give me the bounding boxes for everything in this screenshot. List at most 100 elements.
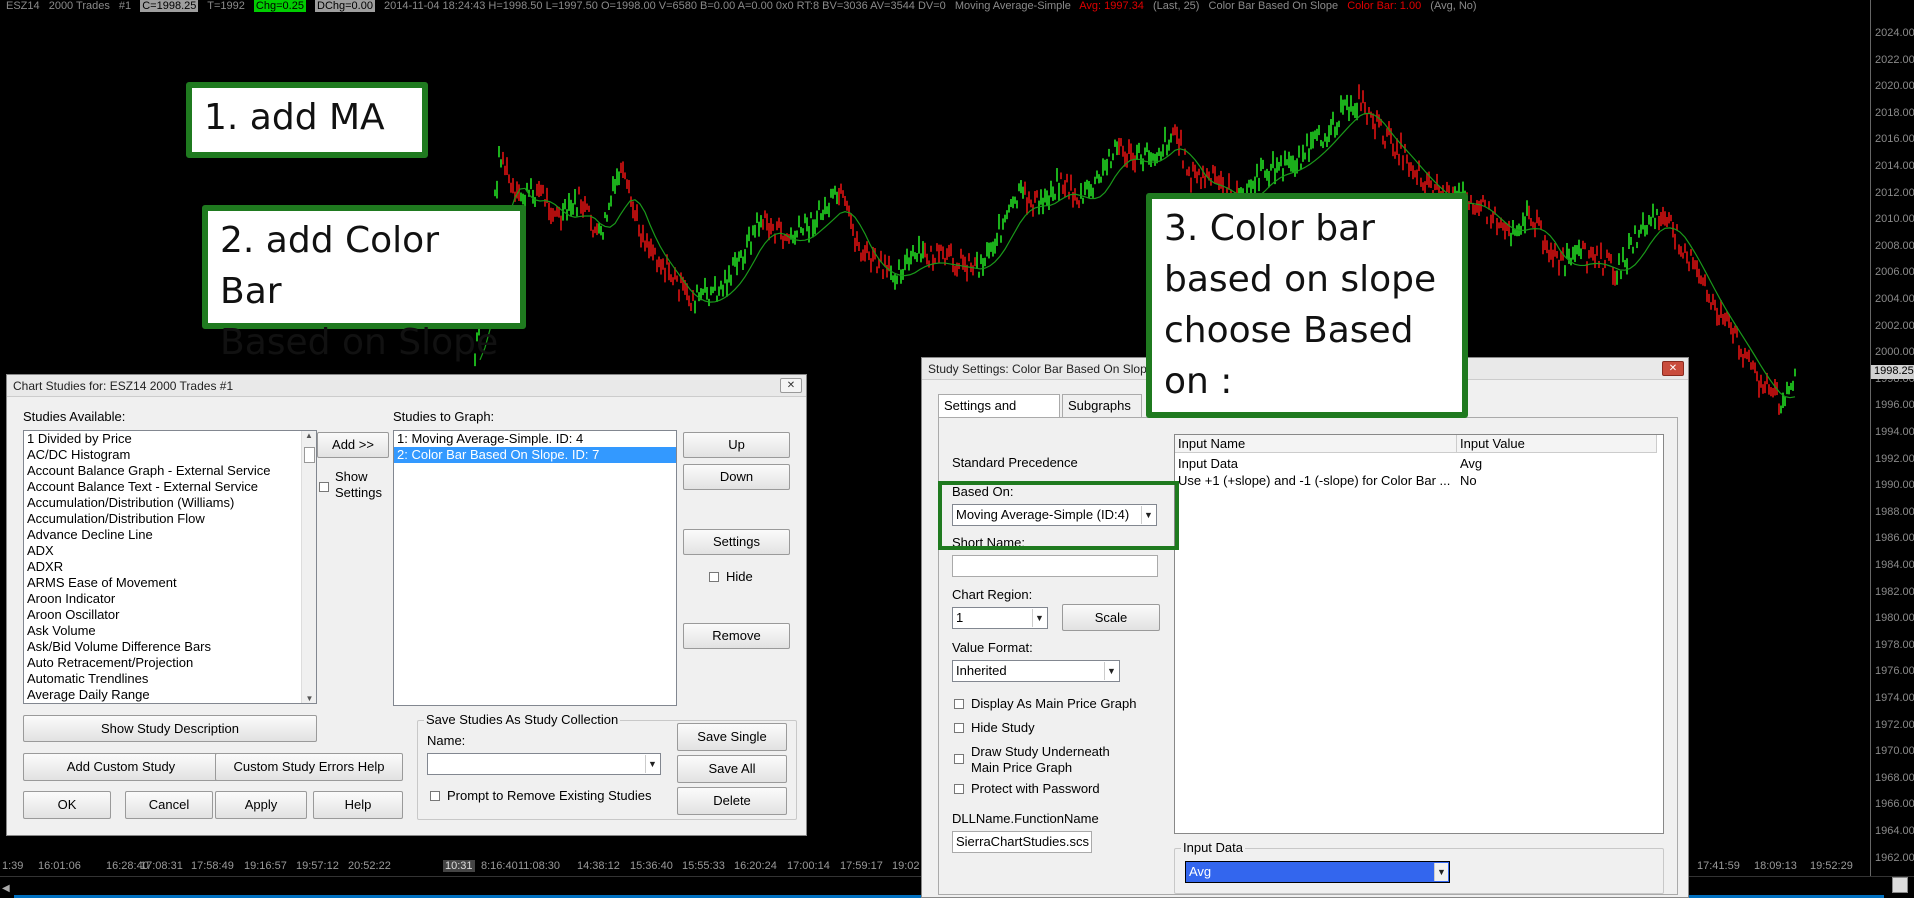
available-study-item[interactable]: Average Daily Range [24, 687, 316, 703]
input-name-cell[interactable]: Use +1 (+slope) and -1 (-slope) for Colo… [1175, 472, 1457, 489]
value-format-select[interactable]: Inherited ▼ [952, 660, 1120, 682]
available-study-item[interactable]: ARMS Ease of Movement [24, 575, 316, 591]
price-axis-label: 1962.00 [1875, 851, 1914, 864]
available-study-item[interactable]: Ask/Bid Volume Difference Bars [24, 639, 316, 655]
available-study-item[interactable]: ADXR [24, 559, 316, 575]
hide-checkbox[interactable] [709, 572, 719, 582]
tab-settings-and-inputs[interactable]: Settings and Inputs [938, 394, 1060, 435]
dll-function-input[interactable]: SierraChartStudies.scs [952, 831, 1092, 853]
help-button[interactable]: Help [313, 791, 403, 819]
close-icon[interactable]: ✕ [780, 378, 802, 393]
ok-button[interactable]: OK [23, 791, 111, 819]
draw-underneath-checkbox[interactable] [954, 754, 964, 764]
save-all-button[interactable]: Save All [677, 755, 787, 783]
scroll-up-icon[interactable]: ▲ [302, 431, 316, 440]
apply-button[interactable]: Apply [215, 791, 307, 819]
studies-to-graph-list[interactable]: 1: Moving Average-Simple. ID: 4 2: Color … [393, 430, 677, 706]
add-study-button[interactable]: Add >> [317, 432, 389, 458]
dll-function-label: DLLName.FunctionName [952, 811, 1099, 826]
studies-to-graph-label: Studies to Graph: [393, 409, 495, 424]
scroll-left-icon[interactable]: ◀ [2, 883, 10, 894]
available-study-item[interactable]: Accumulation/Distribution (Williams) [24, 495, 316, 511]
chart-region-value: 1 [956, 610, 964, 625]
collection-name-combo[interactable]: ▼ [427, 753, 661, 775]
protect-password-checkbox[interactable] [954, 784, 964, 794]
price-axis-label: 1966.00 [1875, 798, 1914, 811]
time-axis-label: 19:16:57 [244, 860, 287, 872]
input-value-cell[interactable]: Avg [1457, 455, 1657, 472]
chart-region-select[interactable]: 1 ▼ [952, 607, 1048, 629]
available-study-item[interactable]: ADX [24, 543, 316, 559]
chevron-down-icon[interactable]: ▼ [1434, 863, 1448, 881]
chart-studies-title: Chart Studies for: ESZ14 2000 Trades #1 [13, 379, 234, 393]
scroll-thumb[interactable] [1892, 877, 1908, 893]
current-price-tag: 1998.25 [1871, 365, 1914, 379]
save-single-button[interactable]: Save Single [677, 723, 787, 751]
price-axis-label: 2006.00 [1875, 266, 1914, 279]
available-study-item[interactable]: Account Balance Graph - External Service [24, 463, 316, 479]
show-settings-checkbox[interactable] [319, 482, 329, 492]
input-value-cell[interactable]: No [1457, 472, 1657, 489]
tab-subgraphs[interactable]: Subgraphs [1062, 394, 1142, 417]
up-button[interactable]: Up [683, 432, 790, 458]
callout-step-3: 3. Color bar based on slope choose Based… [1146, 193, 1468, 418]
draw-underneath-label-1: Draw Study Underneath [971, 744, 1110, 759]
available-study-item[interactable]: Accumulation/Distribution Flow [24, 511, 316, 527]
chevron-down-icon[interactable]: ▼ [1104, 662, 1118, 680]
price-axis-label: 1974.00 [1875, 692, 1914, 704]
short-name-input[interactable] [952, 555, 1158, 577]
input-data-select[interactable]: Avg ▼ [1185, 861, 1450, 883]
input-value-header[interactable]: Input Value [1457, 435, 1657, 453]
remove-button[interactable]: Remove [683, 623, 790, 649]
price-axis-label: 2022.00 [1875, 53, 1914, 66]
based-on-highlight [938, 481, 1179, 550]
time-axis-label: 16:20:24 [734, 860, 777, 872]
delete-button[interactable]: Delete [677, 787, 787, 815]
available-study-item[interactable]: Aroon Oscillator [24, 607, 316, 623]
settings-button[interactable]: Settings [683, 529, 790, 555]
graph-study-item[interactable]: 2: Color Bar Based On Slope. ID: 7 [394, 447, 676, 463]
show-study-description-button[interactable]: Show Study Description [23, 715, 317, 742]
price-axis-label: 1994.00 [1875, 426, 1914, 438]
price-axis[interactable]: 2024.00 2022.00 2020.00 2018.00 2016.00 2014.… [1870, 0, 1914, 898]
input-name-cell[interactable]: Input Data [1175, 455, 1457, 472]
callout-step-1: 1. add MA [186, 82, 428, 158]
scale-button[interactable]: Scale [1062, 604, 1160, 631]
chevron-down-icon[interactable]: ▼ [645, 755, 659, 773]
available-study-item[interactable]: Ask Volume [24, 623, 316, 639]
time-axis-label: 19:57:12 [296, 860, 339, 872]
scroll-thumb[interactable] [304, 447, 315, 463]
graph-study-item[interactable]: 1: Moving Average-Simple. ID: 4 [394, 431, 676, 447]
studies-available-list[interactable]: 1 Divided by Price AC/DC Histogram Account… [23, 430, 317, 704]
input-name-header[interactable]: Input Name [1175, 435, 1457, 453]
callout-step-2-line2: Based on Slope [220, 322, 499, 363]
down-button[interactable]: Down [683, 464, 790, 490]
price-axis-label: 1964.00 [1875, 825, 1914, 837]
available-study-item[interactable]: Auto Retracement/Projection [24, 655, 316, 671]
hide-study-checkbox[interactable] [954, 723, 964, 733]
chevron-down-icon[interactable]: ▼ [1032, 609, 1046, 627]
inputs-grid[interactable]: Input Name Input Value Input Data Avg Use … [1174, 434, 1664, 834]
price-axis-label: 1978.00 [1875, 638, 1914, 651]
scroll-down-icon[interactable]: ▼ [302, 694, 317, 703]
available-study-item[interactable]: Aroon Indicator [24, 591, 316, 607]
chart-studies-title-bar[interactable]: Chart Studies for: ESZ14 2000 Trades #1 … [7, 375, 806, 397]
callout-step-2-line1: 2. add Color Bar [220, 220, 439, 312]
custom-study-errors-help-button[interactable]: Custom Study Errors Help [215, 753, 403, 781]
display-main-checkbox[interactable] [954, 699, 964, 709]
price-axis-label: 2024.00 [1875, 27, 1914, 39]
available-study-item[interactable]: AC/DC Histogram [24, 447, 316, 463]
prompt-remove-checkbox[interactable] [430, 791, 440, 801]
close-value: C=1998.25 [140, 0, 199, 12]
close-icon[interactable]: ✕ [1662, 361, 1684, 376]
price-axis-label: 1968.00 [1875, 771, 1914, 784]
available-study-item[interactable]: 1 Divided by Price [24, 431, 316, 447]
add-custom-study-button[interactable]: Add Custom Study [23, 753, 219, 781]
available-study-item[interactable]: Automatic Trendlines [24, 671, 316, 687]
symbol: ESZ14 [6, 0, 40, 12]
price-axis-label: 2016.00 [1875, 133, 1914, 146]
cancel-button[interactable]: Cancel [125, 791, 213, 819]
available-study-item[interactable]: Account Balance Text - External Service [24, 479, 316, 495]
available-study-item[interactable]: Advance Decline Line [24, 527, 316, 543]
studies-list-scrollbar[interactable]: ▲ ▼ [301, 431, 316, 703]
